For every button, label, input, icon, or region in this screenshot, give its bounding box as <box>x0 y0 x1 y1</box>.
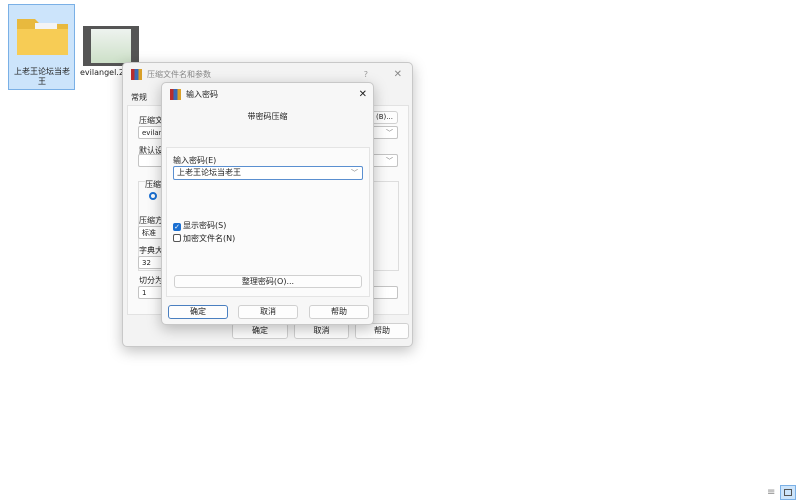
cancel-button[interactable]: 取消 <box>238 305 298 319</box>
view-tiles-button[interactable] <box>780 485 796 500</box>
dialog-heading: 带密码压缩 <box>247 112 288 121</box>
help-icon[interactable]: ? <box>364 70 368 79</box>
view-details-icon[interactable]: ≡ <box>767 487 775 498</box>
video-thumbnail-icon <box>83 26 139 66</box>
ok-button[interactable]: 确定 <box>168 305 228 319</box>
tab-general[interactable]: 常规 <box>131 92 147 103</box>
show-password-checkbox[interactable]: ✓ 显示密码(S) <box>173 220 226 231</box>
help-button[interactable]: 帮助 <box>309 305 369 319</box>
split-label: 切分为 <box>139 276 163 285</box>
encrypt-filenames-checkbox[interactable]: 加密文件名(N) <box>173 233 235 244</box>
desktop-folder[interactable]: 上老王论坛当老王 <box>8 4 75 90</box>
format-radio[interactable] <box>149 192 157 200</box>
dict-label: 字典大 <box>139 246 163 255</box>
title-bar: 输入密码 ✕ <box>162 83 373 105</box>
help-button[interactable]: 帮助 <box>355 323 409 339</box>
close-icon[interactable]: ✕ <box>359 89 367 100</box>
password-label: 输入密码(E) <box>173 156 217 165</box>
format-group-label: 压缩 <box>145 179 161 190</box>
winrar-icon <box>170 88 181 100</box>
organize-passwords-button[interactable]: 整理密码(O)... <box>174 275 362 288</box>
password-dialog: 输入密码 ✕ 带密码压缩 输入密码(E) 上老王论坛当老王 ﹀ ✓ 显示密码(S) … <box>161 82 374 325</box>
chevron-down-icon: ﹀ <box>351 169 358 177</box>
ok-button[interactable]: 确定 <box>232 323 288 339</box>
dialog-title: 输入密码 <box>186 89 218 99</box>
method-label: 压缩方 <box>139 216 163 225</box>
password-combo[interactable]: 上老王论坛当老王 ﹀ <box>173 166 363 180</box>
folder-icon <box>17 19 68 55</box>
browse-button[interactable]: (B)... <box>371 111 398 124</box>
folder-label: 上老王论坛当老王 <box>14 67 70 86</box>
winrar-icon <box>131 68 142 80</box>
archive-name-label: 压缩文 <box>139 116 163 125</box>
checkbox-unchecked-icon <box>173 234 181 242</box>
close-icon[interactable]: ✕ <box>394 69 402 80</box>
checkbox-checked-icon: ✓ <box>173 223 181 231</box>
cancel-button[interactable]: 取消 <box>294 323 349 339</box>
dialog-title: 压缩文件名和参数 <box>147 69 211 79</box>
